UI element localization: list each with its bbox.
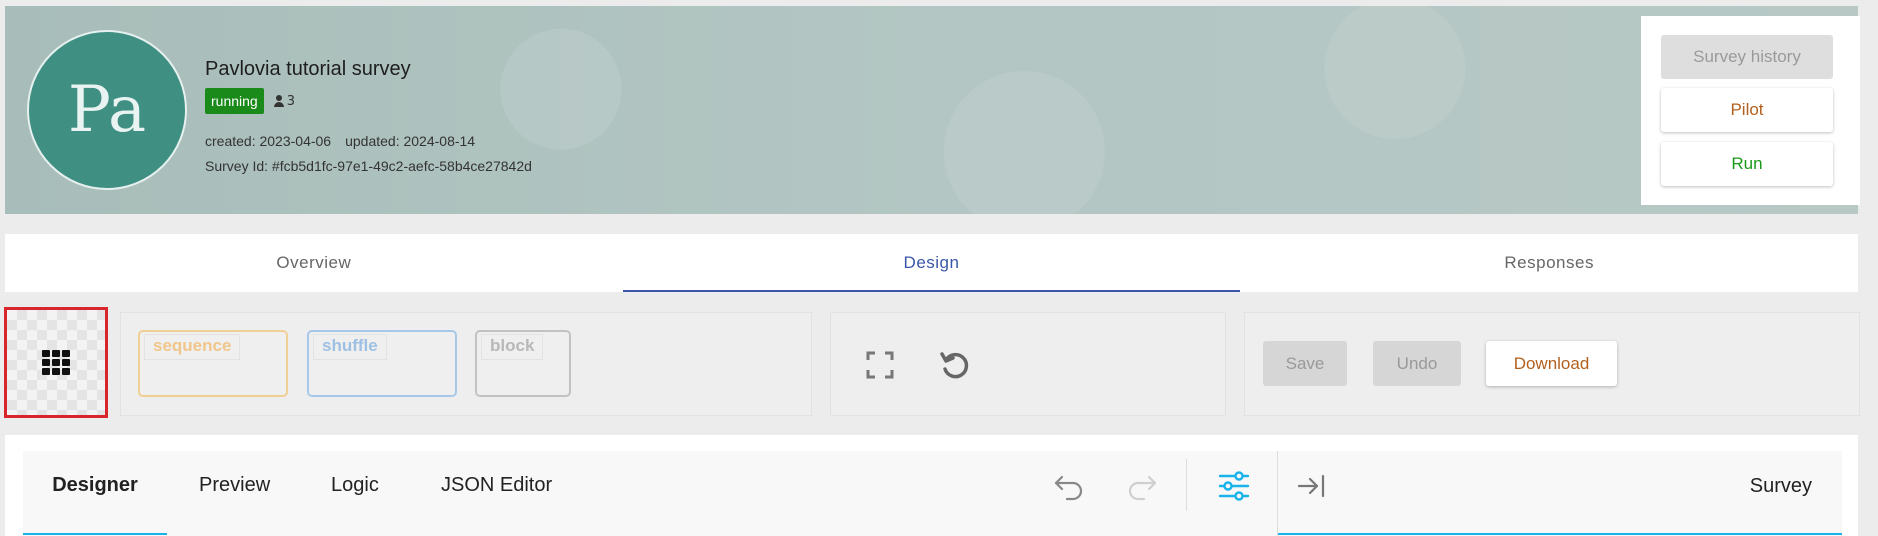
tab-json-editor[interactable]: JSON Editor	[441, 451, 552, 536]
expand-icon[interactable]	[866, 351, 894, 379]
survey-actions: Survey history Pilot Run	[1641, 16, 1860, 205]
survey-header: Pa Pavlovia tutorial survey running 3 cr…	[5, 6, 1858, 214]
person-icon	[273, 95, 284, 107]
tab-design[interactable]: Design	[622, 234, 1241, 292]
download-button[interactable]: Download	[1486, 341, 1617, 386]
redo-icon[interactable]	[1126, 471, 1158, 501]
survey-title: Pavlovia tutorial survey	[205, 58, 411, 80]
plain-block[interactable]: block	[475, 330, 571, 397]
save-controls: Save Undo Download	[1244, 312, 1860, 416]
survey-designer: Designer Preview Logic JSON Editor Surve…	[5, 435, 1858, 536]
survey-dates: created: 2023-04-06 updated: 2024-08-14	[205, 133, 475, 149]
tab-logic[interactable]: Logic	[331, 451, 379, 536]
grid-toggle-button[interactable]	[4, 307, 108, 418]
shuffle-block[interactable]: shuffle	[307, 330, 457, 397]
tab-overview[interactable]: Overview	[5, 234, 623, 292]
sequence-block[interactable]: sequence	[138, 330, 288, 397]
toolbar-divider	[1186, 459, 1187, 511]
run-button[interactable]: Run	[1661, 142, 1833, 186]
tab-preview[interactable]: Preview	[199, 451, 270, 536]
collapse-panel-icon[interactable]	[1296, 471, 1326, 501]
participant-count: 3	[273, 93, 295, 109]
property-grid-header: Survey	[1277, 451, 1842, 536]
participant-count-value: 3	[286, 93, 295, 109]
settings-icon[interactable]	[1217, 469, 1251, 503]
tab-designer[interactable]: Designer	[23, 451, 167, 536]
plain-block-label: block	[481, 334, 544, 360]
shuffle-block-label: shuffle	[313, 334, 387, 360]
save-button[interactable]: Save	[1263, 341, 1347, 386]
undo-icon[interactable]	[1053, 471, 1085, 501]
status-row: running 3	[205, 88, 295, 114]
tab-responses[interactable]: Responses	[1240, 234, 1858, 292]
designer-toolbar: Designer Preview Logic JSON Editor Surve…	[23, 451, 1842, 536]
undo-button[interactable]: Undo	[1373, 341, 1461, 386]
sequence-block-label: sequence	[144, 334, 241, 360]
view-controls	[830, 312, 1226, 416]
updated-date: updated: 2024-08-14	[345, 133, 476, 149]
status-badge: running	[205, 88, 264, 114]
main-tabs: Overview Design Responses	[5, 234, 1858, 292]
created-date: created: 2023-04-06	[205, 133, 332, 149]
property-grid-title: Survey	[1749, 475, 1812, 497]
block-palette: sequence shuffle block	[120, 312, 812, 416]
reload-icon[interactable]	[939, 349, 971, 381]
survey-history-button[interactable]: Survey history	[1661, 35, 1833, 79]
pilot-button[interactable]: Pilot	[1661, 88, 1833, 132]
survey-id: Survey Id: #fcb5d1fc-97e1-49c2-aefc-58b4…	[205, 158, 532, 174]
avatar: Pa	[27, 30, 187, 190]
grid-icon	[42, 350, 70, 375]
